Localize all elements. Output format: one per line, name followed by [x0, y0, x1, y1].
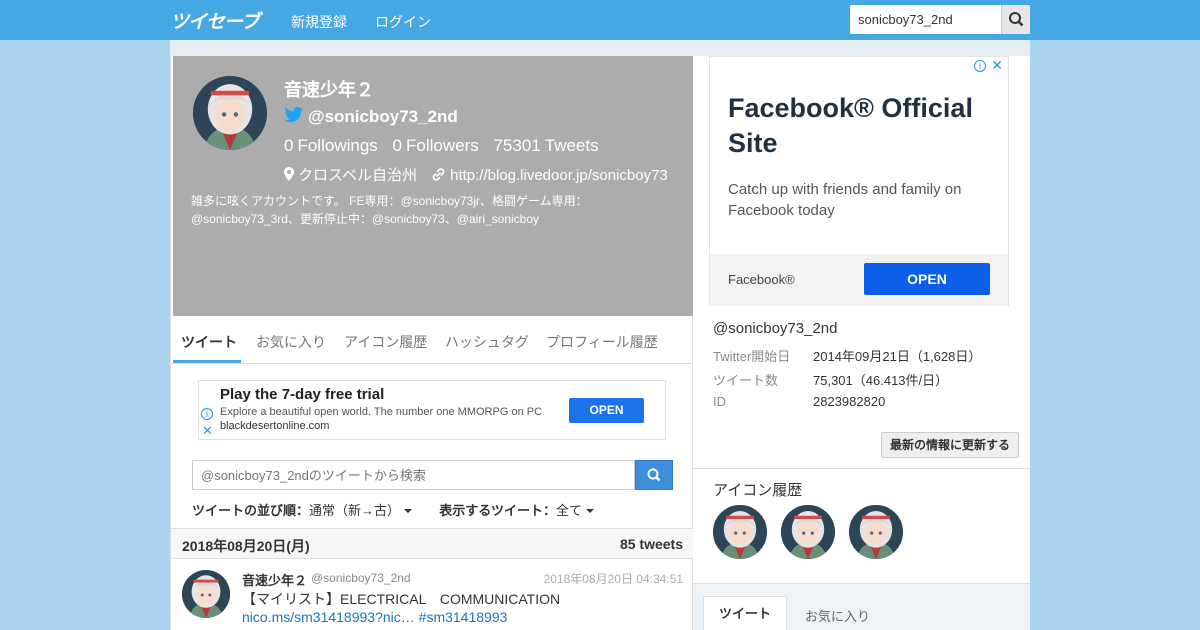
link-icon: [432, 168, 445, 181]
info-value: 2014年09月21日（1,628日）: [813, 349, 982, 364]
tweet-item: 音速少年２ @sonicboy73_2nd 2018年08月20日 04:34:…: [171, 560, 694, 630]
profile-handle: @sonicboy73_2nd: [308, 107, 458, 126]
profile-handle-row: @sonicboy73_2nd: [284, 106, 458, 127]
side-column: i ✕ Facebook® Official Site Catch up wit…: [693, 56, 1030, 630]
ad-banner[interactable]: Play the 7-day free trial Explore a beau…: [198, 380, 666, 440]
side-ad[interactable]: i ✕ Facebook® Official Site Catch up wit…: [709, 56, 1009, 306]
icon-history-item[interactable]: [713, 505, 767, 559]
info-value: 2823982820: [813, 394, 886, 409]
ad-domain[interactable]: blackdesertonline.com: [220, 420, 329, 432]
sort-order-dropdown[interactable]: ツイートの並び順：通常（新→古）: [192, 503, 413, 518]
tab-icon-history[interactable]: アイコン履歴: [344, 332, 427, 352]
tweet-timestamp[interactable]: 2018年08月20日 04:34:51: [544, 570, 683, 587]
tweet-text-body: 【マイリスト】ELECTRICAL COMMUNICATION: [242, 591, 561, 607]
day-group-header: 2018年08月20日(月) 85 tweets: [171, 528, 694, 559]
profile-name: 音速少年２: [284, 80, 374, 100]
side-tab-favorites[interactable]: お気に入り: [805, 606, 870, 625]
tweet-link[interactable]: nico.ms/sm31418993?nic…: [242, 609, 415, 625]
profile-location-row: クロスベル自治州 http://blog.livedoor.jp/sonicbo…: [284, 164, 668, 185]
info-key: ツイート数: [713, 373, 779, 388]
tweet-author-name[interactable]: 音速少年２: [242, 570, 307, 589]
tab-favorites[interactable]: お気に入り: [256, 332, 326, 352]
side-ad-brand: Facebook®: [728, 272, 795, 287]
profile-url-link[interactable]: http://blog.livedoor.jp/sonicboy73: [450, 167, 668, 184]
active-tab-indicator: [173, 360, 241, 363]
header-search: [850, 5, 1030, 34]
side-ad-headline[interactable]: Facebook® Official Site: [728, 91, 998, 161]
tab-tweets[interactable]: ツイート: [181, 332, 237, 352]
tweets-label: Tweets: [544, 136, 599, 155]
side-tab-tweets[interactable]: ツイート: [703, 596, 787, 630]
info-key: Twitter開始日: [713, 349, 791, 364]
ad-info-icon[interactable]: i: [201, 408, 213, 420]
profile-stats: 0 Followings 0 Followers 75301 Tweets: [284, 136, 603, 156]
info-value: 75,301（46.413件/日）: [813, 373, 949, 388]
info-row-start-date: Twitter開始日 2014年09月21日（1,628日）: [713, 346, 981, 365]
icon-history-section: アイコン履歴: [693, 468, 1030, 583]
followings-count: 0: [284, 136, 294, 155]
followers-label: Followers: [405, 136, 479, 155]
tweet-search-input[interactable]: [192, 460, 635, 490]
header-search-input[interactable]: [850, 5, 1001, 34]
side-ad-description: Catch up with friends and family on Face…: [728, 181, 962, 219]
sort-order-label: ツイートの並び順：: [192, 503, 310, 518]
day-group-count: 85 tweets: [619, 536, 683, 552]
tweet-text: 【マイリスト】ELECTRICAL COMMUNICATION nico.ms/…: [242, 590, 682, 626]
icon-history-title: アイコン履歴: [713, 482, 803, 499]
ad-close-icon[interactable]: ✕: [991, 57, 1003, 74]
filter-value: 全て: [556, 503, 583, 518]
search-icon: [647, 468, 661, 482]
header-search-button[interactable]: [1001, 5, 1030, 34]
side-ad-open-button[interactable]: OPEN: [864, 263, 990, 295]
main-column: 音速少年２ @sonicboy73_2nd 0 Followings 0 Follo…: [170, 56, 694, 630]
twitter-bird-icon: [284, 106, 304, 123]
tab-hashtags[interactable]: ハッシュタグ: [445, 332, 529, 352]
profile-tabs: ツイート お気に入り アイコン履歴 ハッシュタグ プロフィール履歴: [171, 316, 694, 364]
avatar[interactable]: [193, 76, 267, 150]
sort-order-value: 通常（新→古）: [309, 503, 401, 518]
icon-history-item[interactable]: [849, 505, 903, 559]
tab-profile-history[interactable]: プロフィール履歴: [546, 332, 658, 352]
tweet-avatar[interactable]: [182, 570, 230, 618]
nav-register-link[interactable]: 新規登録: [291, 12, 347, 32]
ad-title[interactable]: Play the 7-day free trial: [220, 386, 384, 403]
sub-bar: [170, 40, 1030, 56]
info-key: ID: [713, 394, 726, 409]
nav-login-link[interactable]: ログイン: [375, 12, 431, 32]
followings-label: Followings: [297, 136, 378, 155]
tweet-author-handle[interactable]: @sonicboy73_2nd: [311, 571, 411, 585]
top-navbar: ツイセーブ 新規登録 ログイン: [0, 0, 1200, 40]
tweet-search: [192, 460, 673, 490]
chevron-down-icon: [586, 509, 595, 513]
ad-close-icon[interactable]: ✕: [202, 423, 213, 439]
side-tabs: ツイート お気に入り: [693, 583, 1030, 630]
tweet-hashtag[interactable]: #sm31418993: [419, 609, 508, 625]
profile-location: クロスベル自治州: [298, 167, 417, 184]
ad-description: Explore a beautiful open world. The numb…: [220, 406, 543, 418]
followers-count: 0: [392, 136, 402, 155]
location-pin-icon: [284, 167, 294, 181]
filter-label: 表示するツイート：: [439, 503, 557, 518]
side-profile-handle: @sonicboy73_2nd: [713, 320, 838, 337]
side-ad-footer: Facebook® OPEN: [710, 254, 1008, 306]
tweets-count: 75301: [493, 136, 541, 155]
refresh-button[interactable]: 最新の情報に更新する: [881, 432, 1019, 458]
sort-controls: ツイートの並び順：通常（新→古） 表示するツイート：全て: [192, 500, 595, 519]
filter-dropdown[interactable]: 表示するツイート：全て: [439, 503, 595, 518]
chevron-down-icon: [404, 509, 413, 513]
profile-bio: 雑多に呟くアカウントです。 FE専用：@sonicboy73jr、格闘ゲーム専用…: [191, 194, 588, 226]
day-group-date: 2018年08月20日(月): [182, 538, 310, 554]
site-logo[interactable]: ツイセーブ: [170, 7, 260, 34]
info-row-tweet-count: ツイート数 75,301（46.413件/日）: [713, 370, 948, 389]
tweet-search-button[interactable]: [635, 460, 673, 490]
search-icon: [1009, 12, 1024, 27]
icon-history-item[interactable]: [781, 505, 835, 559]
profile-header: 音速少年２ @sonicboy73_2nd 0 Followings 0 Follo…: [173, 56, 693, 316]
ad-info-icon[interactable]: i: [974, 60, 986, 72]
info-row-id: ID 2823982820: [713, 394, 885, 409]
ad-open-button[interactable]: OPEN: [569, 398, 644, 423]
